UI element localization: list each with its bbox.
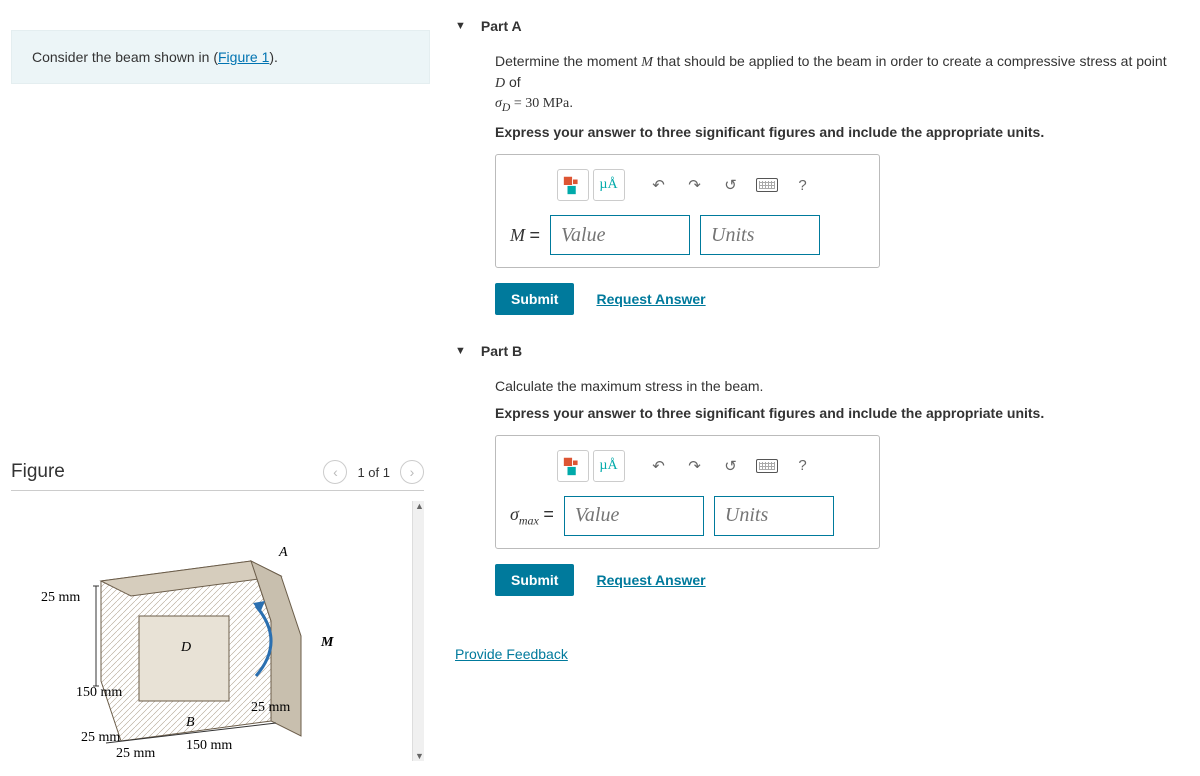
figure-panel: Figure ‹ 1 of 1 › — [5, 454, 430, 771]
dim-25mm-bl2: 25 mm — [116, 746, 155, 761]
part-b-request-answer-link[interactable]: Request Answer — [596, 572, 705, 588]
part-b-value-input[interactable] — [564, 496, 704, 536]
units-symbol-button[interactable]: µÅ — [593, 450, 625, 482]
part-a-header[interactable]: ▼ Part A — [455, 10, 1180, 42]
scroll-down-icon: ▼ — [415, 751, 424, 761]
figure-counter: 1 of 1 — [357, 465, 390, 480]
part-a-instruction: Express your answer to three significant… — [495, 124, 1180, 140]
help-icon: ? — [798, 177, 806, 194]
redo-icon: ↷ — [688, 457, 701, 475]
part-a-submit-button[interactable]: Submit — [495, 283, 574, 315]
undo-button[interactable]: ↶ — [643, 450, 675, 482]
keyboard-button[interactable] — [751, 169, 783, 201]
intro-text-post: ). — [269, 49, 278, 65]
part-b-var-label: σmax = — [510, 504, 554, 529]
part-a-answer-box: µÅ ↶ ↷ ↺ ? M = — [495, 154, 880, 268]
part-a-units-input[interactable] — [700, 215, 820, 255]
collapse-icon: ▼ — [455, 345, 466, 357]
label-D: D — [180, 640, 191, 655]
dim-25mm-tl: 25 mm — [41, 590, 80, 605]
help-button[interactable]: ? — [787, 169, 819, 201]
part-a-question: Determine the moment M that should be ap… — [495, 52, 1180, 116]
label-A: A — [278, 545, 288, 560]
part-b-question: Calculate the maximum stress in the beam… — [495, 377, 1180, 397]
provide-feedback-link[interactable]: Provide Feedback — [455, 646, 568, 662]
reset-button[interactable]: ↺ — [715, 169, 747, 201]
beam-diagram: A B D M 25 mm 150 mm 25 mm 25 mm 150 mm … — [21, 511, 361, 771]
part-a-value-input[interactable] — [550, 215, 690, 255]
redo-icon: ↷ — [688, 176, 701, 194]
help-button[interactable]: ? — [787, 450, 819, 482]
undo-icon: ↶ — [652, 457, 665, 475]
keyboard-button[interactable] — [751, 450, 783, 482]
help-icon: ? — [798, 457, 806, 474]
redo-button[interactable]: ↷ — [679, 450, 711, 482]
reset-icon: ↺ — [724, 457, 737, 475]
keyboard-icon — [756, 459, 778, 473]
redo-button[interactable]: ↷ — [679, 169, 711, 201]
figure-title: Figure — [11, 461, 65, 483]
reset-button[interactable]: ↺ — [715, 450, 747, 482]
collapse-icon: ▼ — [455, 20, 466, 32]
label-B: B — [186, 715, 195, 730]
templates-button[interactable] — [557, 450, 589, 482]
undo-icon: ↶ — [652, 176, 665, 194]
part-a-title: Part A — [481, 18, 522, 34]
dim-25mm-bl: 25 mm — [81, 730, 120, 745]
part-b-units-input[interactable] — [714, 496, 834, 536]
part-a-var-label: M = — [510, 225, 540, 246]
keyboard-icon — [756, 178, 778, 192]
part-b-answer-box: µÅ ↶ ↷ ↺ ? σmax = — [495, 435, 880, 549]
figure-scrollbar[interactable]: ▲ ▼ — [412, 501, 424, 761]
intro-text-pre: Consider the beam shown in ( — [32, 49, 218, 65]
units-symbol-button[interactable]: µÅ — [593, 169, 625, 201]
figure-next-button[interactable]: › — [400, 460, 424, 484]
figure-prev-button[interactable]: ‹ — [323, 460, 347, 484]
templates-button[interactable] — [557, 169, 589, 201]
label-M: M — [320, 635, 334, 650]
problem-intro: Consider the beam shown in (Figure 1). — [11, 30, 430, 84]
dim-25mm-br: 25 mm — [251, 700, 290, 715]
part-b-submit-button[interactable]: Submit — [495, 564, 574, 596]
templates-icon — [562, 174, 584, 196]
part-b-instruction: Express your answer to three significant… — [495, 405, 1180, 421]
templates-icon — [562, 455, 584, 477]
part-b-title: Part B — [481, 343, 522, 359]
dim-150mm-left: 150 mm — [76, 685, 122, 700]
part-b-header[interactable]: ▼ Part B — [455, 335, 1180, 367]
scroll-up-icon: ▲ — [415, 501, 424, 511]
figure-link[interactable]: Figure 1 — [218, 49, 269, 65]
part-a-request-answer-link[interactable]: Request Answer — [596, 291, 705, 307]
reset-icon: ↺ — [724, 176, 737, 194]
dim-150mm-bot: 150 mm — [186, 738, 232, 753]
undo-button[interactable]: ↶ — [643, 169, 675, 201]
